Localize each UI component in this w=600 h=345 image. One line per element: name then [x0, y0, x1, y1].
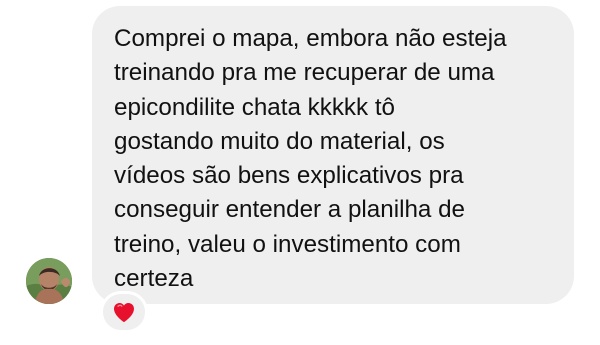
message-thread: Comprei o mapa, embora não esteja treina… — [0, 0, 600, 345]
incoming-message-bubble[interactable]: Comprei o mapa, embora não esteja treina… — [92, 6, 574, 304]
sender-avatar[interactable] — [26, 258, 72, 304]
message-text: Comprei o mapa, embora não esteja treina… — [114, 25, 507, 293]
profile-photo-icon — [26, 258, 72, 304]
heart-reaction[interactable] — [100, 291, 148, 333]
heart-icon — [114, 303, 134, 323]
